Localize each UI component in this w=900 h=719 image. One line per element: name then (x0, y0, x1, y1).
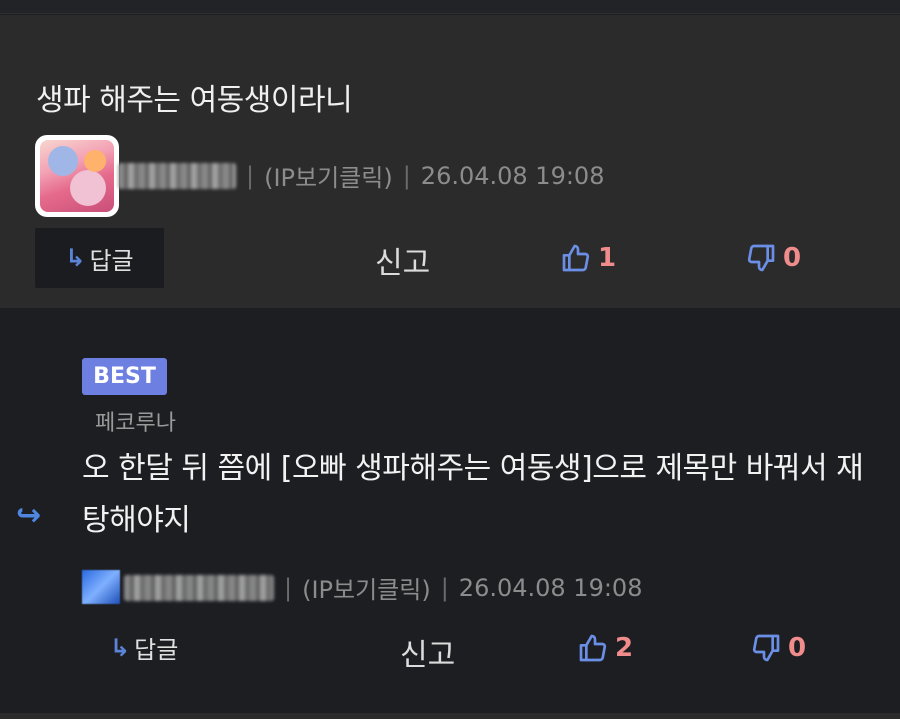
reply-indicator-icon: ↪ (16, 498, 42, 533)
meta-separator: | (402, 161, 411, 190)
comment-meta: | (IP보기클릭) | 26.04.08 19:08 (118, 158, 604, 193)
timestamp: 26.04.08 19:08 (420, 161, 605, 190)
reply-author-name-blurred[interactable] (124, 574, 274, 601)
reply-dislike-button[interactable]: 0 (750, 632, 806, 664)
thumbs-up-icon (579, 634, 607, 662)
ip-view-link[interactable]: (IP보기클릭) (264, 158, 393, 193)
reply-meta: | (IP보기클릭) | 26.04.08 19:08 (124, 570, 642, 605)
avatar[interactable] (35, 135, 119, 217)
reply-to-name: 페코루나 (95, 411, 176, 436)
reply-avatar[interactable] (82, 570, 120, 604)
comment-text: 생파 해주는 여동생이라니 (36, 83, 353, 118)
meta-separator: | (440, 573, 449, 602)
comment-card: 생파 해주는 여동생이라니 | (IP보기클릭) | 26.04.08 19:0… (0, 15, 900, 308)
reply-like-button[interactable]: 2 (577, 632, 633, 664)
thumbs-up-icon (562, 244, 590, 272)
like-button[interactable]: 1 (560, 242, 616, 274)
dislike-count: 0 (783, 243, 802, 273)
avatar-image (40, 140, 114, 212)
reply-arrow-icon: ↳ (65, 244, 86, 272)
reply-timestamp: 26.04.08 19:08 (458, 573, 643, 602)
reply-arrow-icon: ↳ (110, 633, 131, 662)
author-name-blurred[interactable] (118, 162, 236, 189)
reply-reply-button[interactable]: ↳ 답글 (110, 630, 178, 665)
reply-dislike-count: 0 (788, 633, 807, 663)
dislike-button[interactable]: 0 (745, 242, 801, 274)
top-divider (0, 0, 900, 14)
reply-label: 답글 (89, 246, 134, 275)
report-button[interactable]: 신고 (375, 238, 430, 282)
reply-button[interactable]: ↳ 답글 (35, 228, 164, 288)
thumbs-down-icon (747, 244, 775, 272)
bottom-divider (0, 713, 900, 719)
reply-actions: ↳ 답글 신고 2 0 (0, 618, 900, 680)
reply-report-button[interactable]: 신고 (400, 630, 455, 674)
reply-card: BEST 페코루나 ↪ 오 한달 뒤 쯤에 [오빠 생파해주는 여동생]으로 제… (0, 308, 900, 713)
reply-ip-view-link[interactable]: (IP보기클릭) (302, 570, 431, 605)
like-count: 1 (598, 243, 617, 273)
meta-separator: | (246, 161, 255, 190)
reply-label: 답글 (134, 636, 179, 664)
best-badge: BEST (82, 358, 167, 395)
meta-separator: | (284, 573, 293, 602)
comment-actions: ↳ 답글 신고 1 0 (0, 228, 900, 288)
thumbs-down-icon (752, 634, 780, 662)
reply-text: 오 한달 뒤 쯤에 [오빠 생파해주는 여동생]으로 제목만 바꿔서 재탕해야지 (82, 451, 864, 538)
reply-like-count: 2 (615, 633, 634, 663)
